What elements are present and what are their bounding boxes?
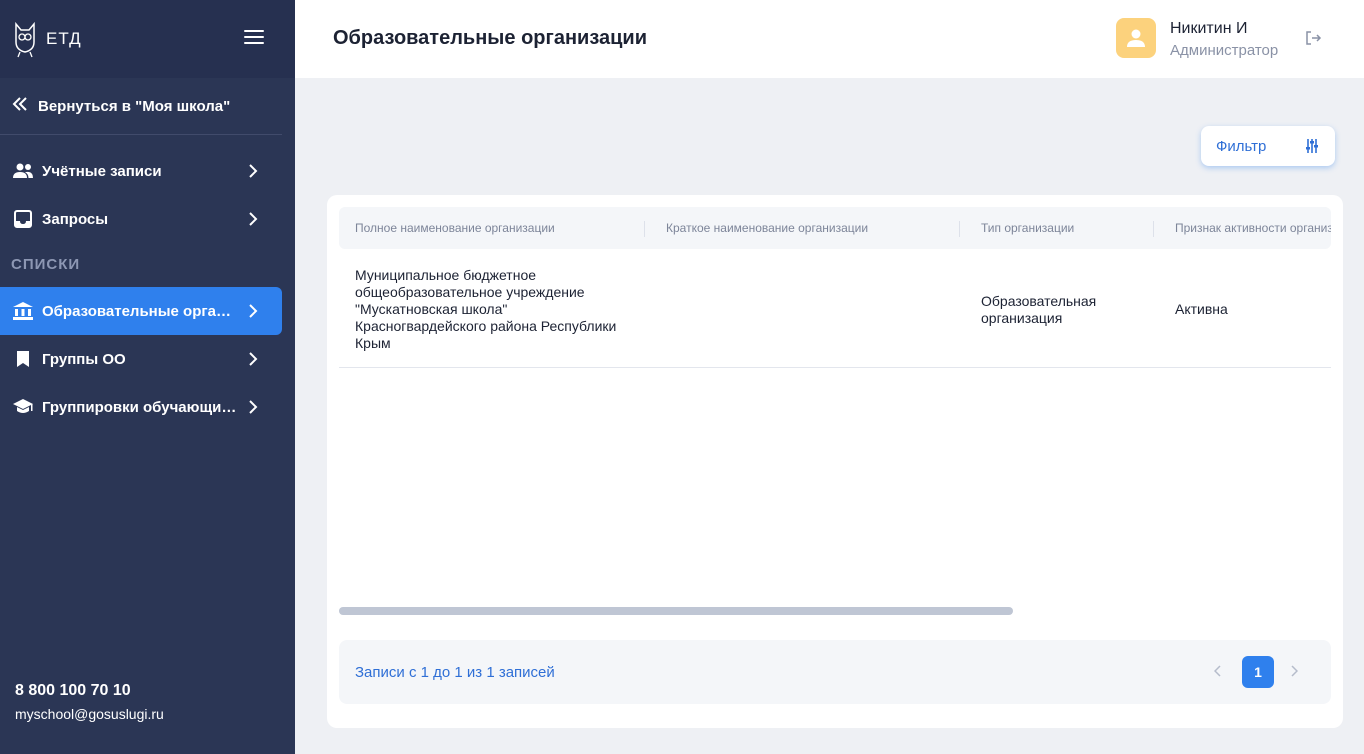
chevron-right-icon (248, 303, 258, 324)
page-title: Образовательные организации (333, 27, 648, 49)
filter-button[interactable]: Фильтр (1201, 126, 1335, 166)
section-title-lists: СПИСКИ (11, 256, 81, 273)
page-button[interactable]: 1 (1242, 656, 1274, 688)
sidebar-item-accounts[interactable]: Учётные записи (0, 147, 282, 195)
column-header-short-name[interactable]: Краткое наименование организации (666, 221, 868, 235)
sidebar-header: ЕТД (0, 0, 295, 78)
pagination-info: Записи с 1 до 1 из 1 записей (355, 664, 555, 681)
logo-text: ЕТД (46, 29, 82, 48)
sidebar-item-organizations[interactable]: Образовательные организации (0, 287, 282, 335)
table-header: Полное наименование организации Краткое … (339, 207, 1331, 249)
pagination: Записи с 1 до 1 из 1 записей 1 (339, 640, 1331, 704)
column-divider (644, 221, 645, 237)
sidebar-item-label: Запросы (42, 210, 109, 228)
column-header-type[interactable]: Тип организации (981, 221, 1074, 235)
chevron-right-icon (248, 163, 258, 184)
back-label: Вернуться в "Моя школа" (38, 97, 231, 115)
topbar: Образовательные организации Никитин И Ад… (295, 0, 1364, 78)
chevron-right-icon (248, 211, 258, 232)
filter-label: Фильтр (1216, 137, 1267, 155)
sliders-icon (1305, 138, 1319, 159)
institution-icon (12, 300, 34, 322)
sidebar-item-groups[interactable]: Группы ОО (0, 335, 282, 383)
sidebar: ЕТД Вернуться в "Моя школа" Учётные запи… (0, 0, 295, 754)
chevron-right-icon (248, 351, 258, 372)
column-divider (1153, 221, 1154, 237)
organizations-card: Полное наименование организации Краткое … (327, 195, 1343, 728)
sidebar-item-label: Учётные записи (42, 162, 162, 180)
graduation-cap-icon (12, 396, 34, 418)
avatar[interactable] (1116, 18, 1156, 58)
sidebar-item-label: Группировки обучающихся (42, 398, 238, 416)
user-name: Никитин И (1170, 20, 1248, 37)
chevron-right-icon (248, 399, 258, 420)
users-icon (12, 160, 34, 182)
sidebar-item-label: Образовательные организации (42, 302, 238, 320)
table-row[interactable]: Муниципальное бюджетное общеобразователь… (339, 249, 1331, 368)
owl-logo-icon (15, 21, 35, 58)
horizontal-scrollbar[interactable] (339, 607, 1013, 615)
menu-burger-icon[interactable] (244, 30, 264, 46)
column-header-full-name[interactable]: Полное наименование организации (355, 221, 555, 235)
cell-type: Образовательная организация (981, 293, 1097, 326)
cell-active: Активна (1175, 301, 1228, 317)
chevron-left-icon[interactable] (1213, 664, 1222, 682)
support-phone: 8 800 100 70 10 (15, 682, 131, 699)
chevron-right-icon[interactable] (1290, 664, 1299, 682)
user-role: Администратор (1170, 42, 1279, 59)
sidebar-item-label: Группы ОО (42, 350, 126, 368)
sidebar-item-student-groupings[interactable]: Группировки обучающихся (0, 383, 282, 431)
sidebar-item-requests[interactable]: Запросы (0, 195, 282, 243)
bookmark-icon (12, 348, 34, 370)
column-header-active[interactable]: Признак активности организации (1175, 221, 1331, 235)
cell-full-name: Муниципальное бюджетное общеобразователь… (355, 267, 617, 351)
column-divider (959, 221, 960, 237)
logo[interactable]: ЕТД (12, 20, 82, 58)
support-email: myschool@gosuslugi.ru (15, 706, 164, 722)
logout-icon[interactable] (1305, 30, 1323, 51)
double-chevron-left-icon (12, 96, 32, 116)
user-icon (1127, 29, 1145, 47)
contacts: 8 800 100 70 10 myschool@gosuslugi.ru (15, 682, 164, 722)
back-to-my-school-link[interactable]: Вернуться в "Моя школа" (0, 78, 282, 135)
inbox-icon (12, 208, 34, 230)
